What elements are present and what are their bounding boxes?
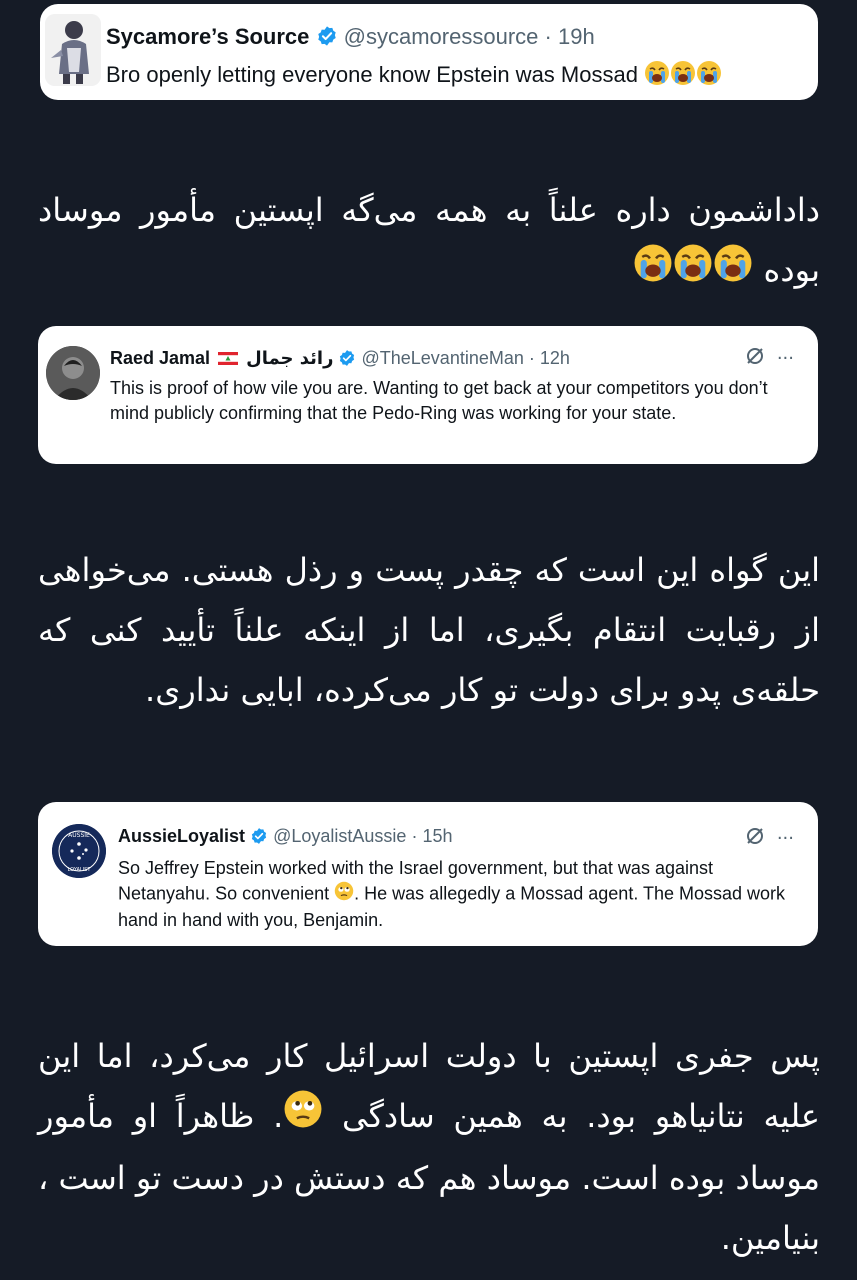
translation-block-3: پس جفری اپستین با دولت اسرائیل کار می‌کر… <box>38 1026 820 1268</box>
screenshot-collage: Sycamore’s Source @sycamoressource · 19h… <box>0 0 857 1280</box>
lebanon-flag-icon <box>218 349 239 365</box>
loudly-crying-face-icon <box>673 242 713 302</box>
tweet-card-aussieloyalist[interactable]: AUSSIE LOYALIST AussieLoyalist @Loyalist… <box>38 802 818 946</box>
grok-icon[interactable] <box>745 346 765 371</box>
face-with-rolling-eyes-icon <box>334 881 354 908</box>
tweet-text: Bro openly letting everyone know Epstein… <box>106 60 722 92</box>
translation-block-2: این گواه این است که چقدر پست و رذل هستی.… <box>38 540 820 720</box>
avatar[interactable] <box>45 14 101 86</box>
timestamp[interactable]: 15h <box>422 826 452 846</box>
translation-block-1: داداشمون داره علناً به همه می‌گه اپستین … <box>38 180 820 302</box>
separator: · <box>544 24 552 49</box>
grok-icon[interactable] <box>745 826 765 851</box>
timestamp[interactable]: 12h <box>540 348 570 368</box>
loudly-crying-face-icon <box>696 60 722 92</box>
loudly-crying-face-icon <box>633 242 673 302</box>
tweet-body: Bro openly letting everyone know Epstein… <box>106 61 638 87</box>
avatar-text-bottom: LOYALIST <box>68 867 92 873</box>
tweet-card-raed-jamal[interactable]: Raed Jamal رائد جمال @TheLevantineMan · … <box>38 326 818 464</box>
tweet-header: Sycamore’s Source @sycamoressource · 19h <box>106 24 595 53</box>
translation-text: این گواه این است که چقدر پست و رذل هستی.… <box>38 551 820 709</box>
more-options-button[interactable]: ··· <box>777 348 794 369</box>
tweet-card-sycamore[interactable]: Sycamore’s Source @sycamoressource · 19h… <box>40 4 818 100</box>
display-name-arabic[interactable]: رائد جمال <box>246 348 333 369</box>
verified-badge-icon <box>338 349 356 372</box>
handle[interactable]: @LoyalistAussie <box>273 826 406 846</box>
more-options-button[interactable]: ··· <box>777 828 794 849</box>
avatar-text-top: AUSSIE <box>68 832 90 839</box>
verified-badge-icon <box>316 25 338 53</box>
loudly-crying-face-icon <box>713 242 753 302</box>
loudly-crying-face-icon <box>644 60 670 92</box>
tweet-header: AussieLoyalist @LoyalistAussie · 15h <box>118 826 453 850</box>
display-name[interactable]: Sycamore’s Source <box>106 24 309 49</box>
display-name[interactable]: AussieLoyalist <box>118 826 245 846</box>
tweet-actions: ··· <box>745 826 794 851</box>
tweet-actions: ··· <box>745 346 794 371</box>
tweet-text: So Jeffrey Epstein worked with the Israe… <box>118 856 798 933</box>
handle[interactable]: @sycamoressource <box>344 24 539 49</box>
timestamp[interactable]: 19h <box>558 24 595 49</box>
tweet-text: This is proof of how vile you are. Wanti… <box>110 378 768 423</box>
avatar[interactable]: AUSSIE LOYALIST <box>52 824 106 878</box>
tweet-header: Raed Jamal رائد جمال @TheLevantineMan · … <box>110 348 570 372</box>
separator: · <box>528 348 535 368</box>
avatar[interactable] <box>46 346 100 400</box>
separator: · <box>411 826 418 846</box>
handle[interactable]: @TheLevantineMan <box>362 348 524 368</box>
display-name[interactable]: Raed Jamal <box>110 348 210 368</box>
loudly-crying-face-icon <box>670 60 696 92</box>
face-with-rolling-eyes-icon <box>283 1088 323 1148</box>
verified-badge-icon <box>250 827 268 850</box>
